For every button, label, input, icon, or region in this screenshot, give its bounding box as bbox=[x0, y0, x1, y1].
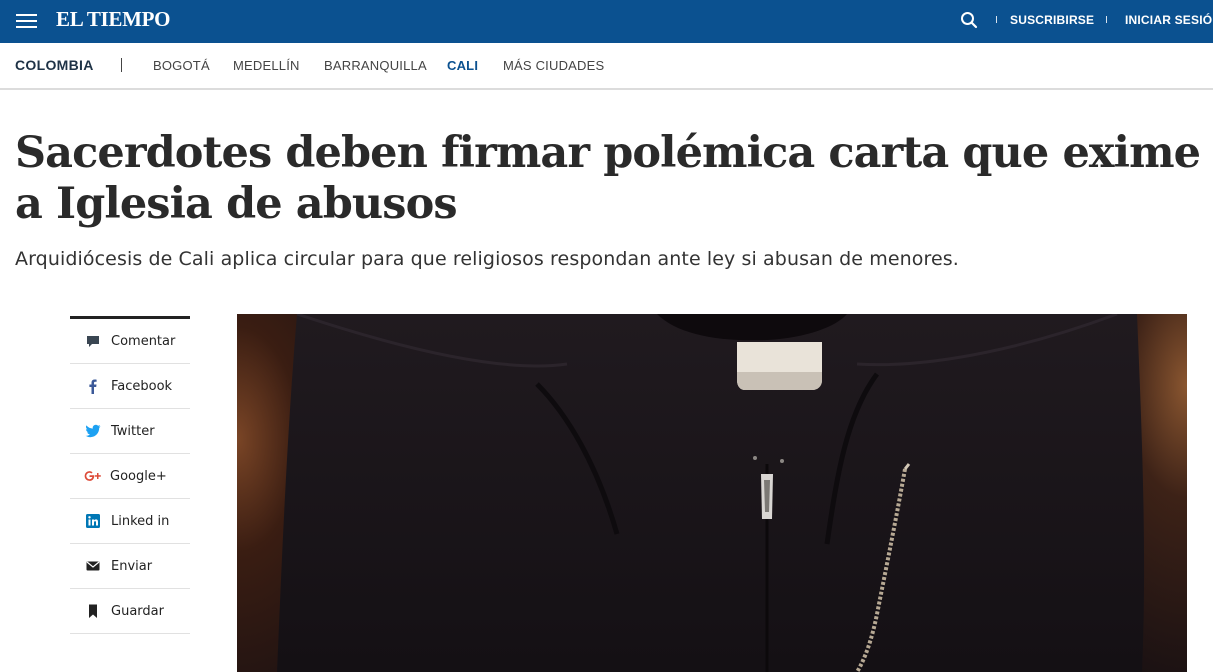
share-bar: Comentar Facebook Twitter Google+ Linked… bbox=[70, 316, 190, 634]
nav-item-barranquilla[interactable]: BARRANQUILLA bbox=[324, 58, 427, 73]
share-linkedin-button[interactable]: Linked in bbox=[70, 499, 190, 544]
search-icon[interactable] bbox=[960, 11, 978, 29]
envelope-icon bbox=[86, 561, 100, 571]
share-label: Linked in bbox=[111, 514, 170, 529]
top-bar: EL TIEMPO SUSCRIBIRSE INICIAR SESIÓN bbox=[0, 0, 1213, 43]
share-facebook-button[interactable]: Facebook bbox=[70, 364, 190, 409]
subscribe-link[interactable]: SUSCRIBIRSE bbox=[1010, 13, 1094, 27]
hamburger-menu-icon[interactable] bbox=[16, 12, 38, 30]
share-twitter-button[interactable]: Twitter bbox=[70, 409, 190, 454]
article-photo[interactable] bbox=[237, 314, 1187, 672]
share-label: Comentar bbox=[111, 334, 176, 349]
site-logo[interactable]: EL TIEMPO bbox=[56, 7, 171, 32]
nav-item-cali[interactable]: CALI bbox=[447, 58, 478, 73]
share-save-button[interactable]: Guardar bbox=[70, 589, 190, 634]
comment-icon bbox=[87, 336, 99, 347]
twitter-icon bbox=[85, 424, 101, 438]
share-label: Enviar bbox=[111, 559, 153, 574]
share-label: Twitter bbox=[111, 424, 155, 439]
article-headline: Sacerdotes deben firmar polémica carta q… bbox=[15, 128, 1201, 229]
linkedin-icon bbox=[86, 514, 100, 528]
bookmark-icon bbox=[89, 604, 97, 618]
nav-item-bogota[interactable]: BOGOTÁ bbox=[153, 58, 210, 73]
divider bbox=[996, 16, 997, 23]
divider bbox=[1106, 16, 1107, 23]
share-googleplus-button[interactable]: Google+ bbox=[70, 454, 190, 499]
share-comment-button[interactable]: Comentar bbox=[70, 319, 190, 364]
divider bbox=[121, 58, 122, 72]
share-label: Google+ bbox=[110, 469, 167, 484]
section-nav: COLOMBIA BOGOTÁ MEDELLÍN BARRANQUILLA CA… bbox=[0, 43, 1213, 90]
nav-item-mas-ciudades[interactable]: MÁS CIUDADES bbox=[503, 58, 604, 73]
login-link[interactable]: INICIAR SESIÓN bbox=[1125, 13, 1213, 27]
nav-item-medellin[interactable]: MEDELLÍN bbox=[233, 58, 300, 73]
share-label: Facebook bbox=[111, 379, 173, 394]
share-email-button[interactable]: Enviar bbox=[70, 544, 190, 589]
share-label: Guardar bbox=[111, 604, 164, 619]
facebook-icon bbox=[89, 379, 97, 394]
article-subtitle: Arquidiócesis de Cali aplica circular pa… bbox=[15, 248, 959, 270]
section-home-link[interactable]: COLOMBIA bbox=[15, 57, 94, 73]
priest-photo bbox=[237, 314, 1187, 672]
google-plus-icon bbox=[84, 471, 101, 481]
